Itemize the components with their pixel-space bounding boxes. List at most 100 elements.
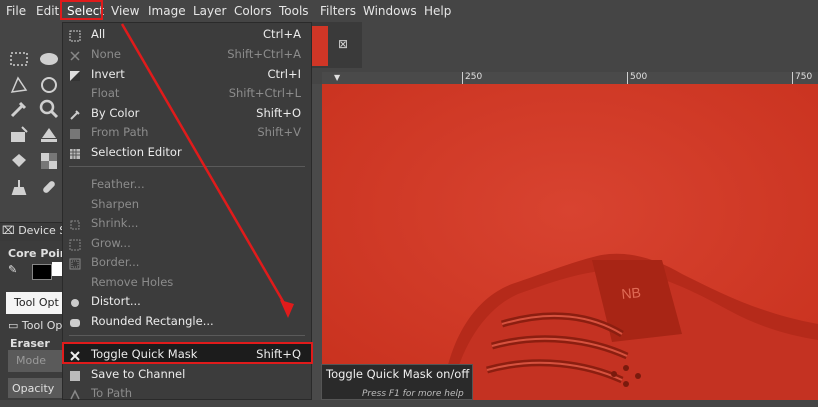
distort-icon <box>69 295 81 307</box>
free-select-tool-icon[interactable] <box>8 74 30 96</box>
menu-item-from-path[interactable]: From Path Shift+V <box>63 122 311 142</box>
menu-separator <box>69 166 305 167</box>
menu-item-label: To Path <box>91 386 133 400</box>
menu-help[interactable]: Help <box>424 2 451 20</box>
menu-filters[interactable]: Filters <box>320 2 356 20</box>
background-color-swatch[interactable] <box>52 262 62 276</box>
tool-options-text: Tool Op <box>21 319 63 332</box>
image-tab-bar <box>362 22 818 68</box>
ruler-tick-500 <box>627 72 628 84</box>
menu-view[interactable]: View <box>111 2 139 20</box>
menu-item-feather[interactable]: Feather... <box>63 174 311 194</box>
menu-layer[interactable]: Layer <box>193 2 226 20</box>
menu-windows[interactable]: Windows <box>363 2 417 20</box>
menu-item-remove-holes[interactable]: Remove Holes <box>63 272 311 292</box>
menu-item-label: Grow... <box>91 236 131 250</box>
menu-item-label: By Color <box>91 106 140 120</box>
opacity-label: Opacity <box>12 382 55 395</box>
menu-item-shortcut: Ctrl+A <box>263 27 301 41</box>
mode-label: Mode <box>16 354 46 367</box>
menu-item-distort[interactable]: Distort... <box>63 291 311 311</box>
menu-item-by-color[interactable]: By Color Shift+O <box>63 103 311 123</box>
quick-mask-annotation-box <box>62 342 313 364</box>
menu-item-label: Float <box>91 86 120 100</box>
menu-item-all[interactable]: All Ctrl+A <box>63 24 311 44</box>
menu-edit[interactable]: Edit <box>36 2 59 20</box>
tooltip-help-text: Press F1 for more help <box>362 389 464 399</box>
ruler-label-250: 250 <box>465 72 483 82</box>
pattern-tool-icon[interactable] <box>38 150 60 172</box>
move-tool-icon[interactable] <box>8 124 30 146</box>
menu-item-selection-editor[interactable]: Selection Editor <box>63 142 311 162</box>
menu-item-label: Remove Holes <box>91 275 174 289</box>
border-icon <box>69 256 81 270</box>
rect-select-tool-icon[interactable] <box>8 48 30 70</box>
device-status-icon: ⌧ <box>2 224 15 237</box>
to-path-icon <box>69 387 81 400</box>
clone-tool-icon[interactable] <box>8 176 30 198</box>
menubar: File Edit Select View Image Layer Colors… <box>0 0 818 22</box>
menu-separator <box>69 335 305 336</box>
menu-item-shortcut: Shift+Ctrl+A <box>227 47 301 61</box>
tool-options-tab-label: Tool Opt <box>14 296 59 309</box>
bucket-fill-tool-icon[interactable] <box>8 150 30 172</box>
ruler-label-500: 500 <box>630 72 648 82</box>
menu-item-to-path[interactable]: To Path <box>63 383 311 403</box>
menu-item-save-to-channel[interactable]: Save to Channel <box>63 364 311 384</box>
fuzzy-select-tool-icon[interactable] <box>38 74 60 96</box>
tool-options-label: ▭ Tool Op <box>8 319 62 332</box>
ruler-origin-marker-icon: ▼ <box>334 73 341 82</box>
menu-item-label: None <box>91 47 122 61</box>
ruler-tick-750 <box>792 72 793 84</box>
eraser-small-icon: ✎ <box>8 263 18 276</box>
menu-item-label: Invert <box>91 67 125 81</box>
mode-dropdown[interactable]: Mode <box>8 350 62 372</box>
from-path-icon <box>69 126 81 139</box>
menu-item-label: Feather... <box>91 177 145 191</box>
menu-item-border[interactable]: Border... <box>63 252 311 272</box>
menu-item-shrink[interactable]: Shrink... <box>63 213 311 233</box>
zoom-tool-icon[interactable] <box>38 98 60 120</box>
menu-item-shortcut: Shift+Ctrl+L <box>228 86 301 100</box>
menu-tools[interactable]: Tools <box>279 2 309 20</box>
shoe-image: NB <box>322 84 818 400</box>
menu-colors[interactable]: Colors <box>234 2 272 20</box>
menu-item-grow[interactable]: Grow... <box>63 233 311 253</box>
tool-options-icon: ▭ <box>8 319 19 332</box>
core-pointer-label: Core Poin <box>8 247 68 260</box>
eraser-label: Eraser <box>10 337 50 350</box>
ellipse-select-tool-icon[interactable] <box>38 48 60 70</box>
menu-item-label: Selection Editor <box>91 145 182 159</box>
menu-item-rounded-rectangle[interactable]: Rounded Rectangle... <box>63 311 311 331</box>
ruler-corner <box>312 72 322 84</box>
menu-file[interactable]: File <box>6 2 26 20</box>
menu-item-float[interactable]: Float Shift+Ctrl+L <box>63 83 311 103</box>
menu-item-shortcut: Shift+V <box>257 125 301 139</box>
menu-item-sharpen[interactable]: Sharpen <box>63 194 311 214</box>
select-all-icon <box>69 28 81 42</box>
menu-item-label: From Path <box>91 125 149 139</box>
heal-tool-icon[interactable] <box>38 176 60 198</box>
foreground-color-swatch[interactable] <box>32 264 52 280</box>
color-picker-tool-icon[interactable] <box>8 98 30 120</box>
crop-tool-icon[interactable] <box>38 124 60 146</box>
save-channel-icon <box>69 368 81 381</box>
menu-item-invert[interactable]: Invert Ctrl+I <box>63 64 311 84</box>
opacity-slider[interactable]: Opacity <box>8 378 62 398</box>
invert-icon <box>69 68 81 81</box>
tooltip: Toggle Quick Mask on/off Press F1 for mo… <box>321 364 473 400</box>
menu-item-none[interactable]: None Shift+Ctrl+A <box>63 44 311 64</box>
menu-item-shortcut: Ctrl+I <box>267 67 302 81</box>
grow-icon <box>69 237 81 251</box>
image-thumbnail <box>312 26 328 66</box>
close-icon[interactable]: ⊠ <box>338 38 350 50</box>
by-color-icon <box>69 107 81 120</box>
shrink-icon <box>69 217 81 230</box>
selection-editor-icon <box>69 146 81 159</box>
tool-options-tab[interactable]: Tool Opt <box>6 292 62 314</box>
image-canvas[interactable]: NB <box>322 84 818 400</box>
menu-image[interactable]: Image <box>148 2 186 20</box>
menu-item-label: Rounded Rectangle... <box>91 314 214 328</box>
tooltip-title: Toggle Quick Mask on/off <box>326 367 470 381</box>
device-status-tab-label: ⌧ Device St <box>2 224 71 237</box>
